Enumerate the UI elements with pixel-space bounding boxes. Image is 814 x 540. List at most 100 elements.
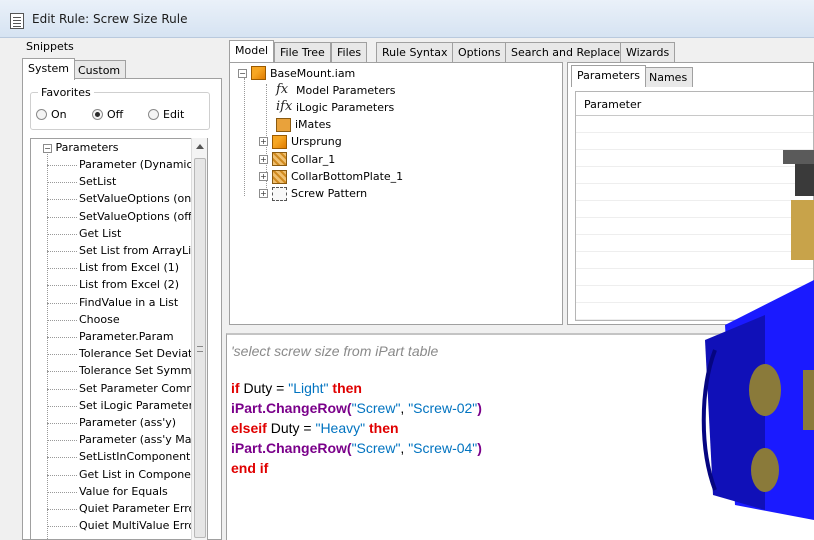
snippets-tree: − Parameters Parameter (Dynamic) SetList S… — [30, 138, 208, 540]
part-icon — [272, 169, 287, 184]
keyword: then — [368, 420, 399, 436]
keyword: then — [332, 380, 362, 396]
tab-files[interactable]: Files — [331, 42, 368, 62]
tab-custom[interactable]: Custom — [72, 60, 127, 80]
tree-node[interactable]: + Ursprung — [259, 134, 342, 149]
tree-guide-line — [47, 491, 77, 493]
tab-options[interactable]: Options — [452, 42, 507, 62]
model-3d-viewport[interactable] — [695, 90, 814, 540]
snippet-item[interactable]: Get List — [79, 227, 121, 240]
snippet-item[interactable]: Quiet Parameter Erro — [79, 502, 195, 515]
snippet-item[interactable]: SetList — [79, 175, 116, 188]
string-literal: "Screw" — [351, 440, 401, 456]
snippet-item[interactable]: FindValue in a List — [79, 296, 178, 309]
snippet-item[interactable]: Parameter (ass'y) — [79, 416, 176, 429]
tree-node-label: iLogic Parameters — [296, 101, 395, 115]
snippet-item[interactable]: Parameter.Param — [79, 330, 174, 343]
snippet-item[interactable]: SetValueOptions (on) — [79, 192, 196, 205]
tree-node-label: iMates — [295, 118, 332, 132]
tab-file-tree[interactable]: File Tree — [274, 42, 331, 62]
snippet-item[interactable]: Value for Equals — [79, 485, 168, 498]
tab-names[interactable]: Names — [643, 67, 694, 87]
expand-icon[interactable]: + — [259, 189, 268, 199]
snippet-item[interactable]: Choose — [79, 313, 120, 326]
variable: Duty — [270, 420, 300, 436]
ifx-icon: ifx — [276, 99, 293, 115]
window-titlebar: Edit Rule: Screw Size Rule — [0, 0, 814, 38]
part-icon — [272, 152, 287, 167]
expand-icon[interactable]: + — [259, 172, 268, 181]
snippet-item[interactable]: Tolerance Set Deviati — [79, 347, 195, 360]
tab-model[interactable]: Model — [229, 40, 275, 62]
snippet-item[interactable]: Parameter (ass'y Mak — [79, 433, 198, 446]
tree-node[interactable]: + Screw Pattern — [259, 186, 367, 201]
snippet-item[interactable]: SetListInComponent — [79, 450, 190, 463]
snippets-scrollbar[interactable] — [191, 138, 207, 540]
threaded-stud-shape — [803, 370, 814, 430]
snippet-item[interactable]: Quiet MultiValue Erroi — [79, 519, 198, 532]
collapse-icon[interactable]: − — [238, 68, 247, 78]
tree-node[interactable]: ifx iLogic Parameters — [276, 100, 394, 115]
snippet-item[interactable]: Tolerance Set Symme — [79, 364, 198, 377]
snippet-item[interactable]: List from Excel (1) — [79, 261, 179, 274]
snippet-item[interactable]: Get List in Componen — [79, 468, 198, 481]
favorites-off-radio[interactable]: Off — [92, 108, 123, 121]
tree-node-parameters[interactable]: − Parameters — [43, 141, 118, 154]
tree-node[interactable]: + Collar_1 — [259, 152, 335, 167]
tree-guide-line — [47, 233, 77, 235]
radio-indicator-selected — [92, 109, 103, 120]
tree-guide-line — [47, 302, 77, 304]
tree-node-label: Ursprung — [291, 135, 342, 149]
screw-top-shape — [783, 150, 814, 164]
assembly-icon — [251, 66, 266, 80]
expand-icon[interactable]: + — [259, 154, 268, 164]
variable: Duty — [243, 380, 273, 396]
window-title: Edit Rule: Screw Size Rule — [32, 12, 188, 26]
brass-collar-shape — [791, 200, 814, 260]
tab-rule-syntax[interactable]: Rule Syntax — [376, 42, 454, 62]
string-literal: "Screw" — [351, 400, 401, 416]
tree-node[interactable]: + CollarBottomPlate_1 — [259, 169, 404, 184]
scroll-up-arrow-icon[interactable] — [196, 144, 204, 149]
scroll-grip-icon — [197, 346, 203, 352]
tree-guide-line — [47, 268, 77, 270]
tree-node[interactable]: iMates — [276, 117, 332, 132]
tree-guide-line — [47, 199, 77, 201]
snippet-item[interactable]: Parameter (Dynamic) — [79, 158, 197, 171]
snippet-item[interactable]: SetValueOptions (off — [79, 210, 192, 223]
radio-indicator — [148, 109, 159, 120]
tree-guide-line — [47, 285, 77, 287]
tree-node-label: CollarBottomPlate_1 — [291, 170, 404, 183]
code-line-endif: end if — [231, 460, 268, 476]
tree-guide-line — [47, 509, 77, 510]
tree-guide-line — [47, 216, 77, 218]
tree-root-label: Parameters — [55, 141, 119, 154]
expand-icon[interactable]: + — [259, 137, 268, 147]
string-literal: "Light" — [288, 380, 329, 396]
collapse-icon[interactable]: − — [43, 143, 52, 153]
favorites-edit-radio[interactable]: Edit — [148, 108, 184, 121]
tree-guide-line — [47, 337, 77, 338]
tree-guide-line — [47, 251, 77, 252]
snippet-item[interactable]: List from Excel (2) — [79, 278, 179, 291]
threaded-stud-shape — [751, 448, 779, 492]
tab-search-and-replace[interactable]: Search and Replace — [505, 42, 626, 62]
snippet-item[interactable]: Set List from ArrayLis — [79, 244, 197, 257]
operator: = — [276, 380, 285, 396]
tree-guide-line — [47, 371, 77, 373]
tree-guide-line — [47, 151, 48, 539]
tree-node-label: Model Parameters — [296, 84, 396, 97]
tree-node-basemount[interactable]: − BaseMount.iam — [238, 66, 355, 80]
snippets-label: Snippets — [26, 40, 74, 53]
tree-guide-line — [47, 319, 77, 321]
code-comment: 'select screw size from iPart table — [231, 343, 439, 359]
tab-parameters[interactable]: Parameters — [571, 65, 646, 87]
snippet-item[interactable]: Set iLogic Parameter — [79, 399, 193, 412]
string-literal: "Screw-02" — [408, 400, 478, 416]
snippet-item[interactable]: Set Parameter Comm — [79, 382, 197, 395]
favorites-on-radio[interactable]: On — [36, 108, 67, 121]
tab-system[interactable]: System — [22, 58, 76, 80]
tree-node[interactable]: fx Model Parameters — [276, 83, 395, 98]
string-literal: "Heavy" — [315, 420, 366, 436]
tab-wizards[interactable]: Wizards — [620, 42, 676, 62]
